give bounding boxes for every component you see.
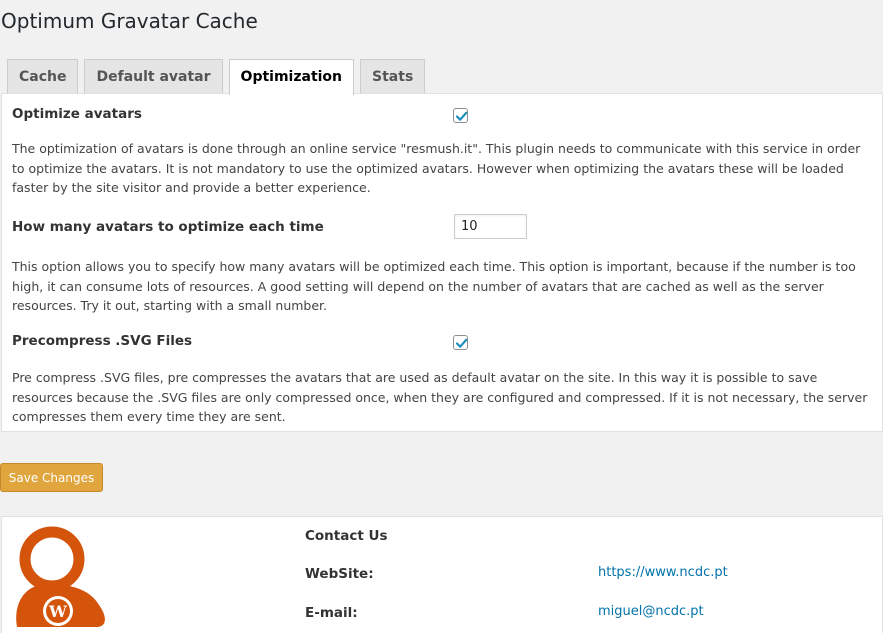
website-label: WebSite: — [305, 566, 374, 582]
precompress-svg-label: Precompress .SVG Files — [12, 333, 193, 349]
checkmark-icon — [455, 111, 468, 121]
contact-footer: W Contact Us WebSite: https://www.ncdc.p… — [1, 516, 883, 633]
optimize-avatars-description: The optimization of avatars is done thro… — [12, 141, 861, 195]
tab-default-avatar[interactable]: Default avatar — [84, 59, 223, 94]
avatars-per-run-label: How many avatars to optimize each time — [12, 219, 324, 235]
precompress-svg-description: Pre compress .SVG files, pre compresses … — [12, 370, 868, 424]
email-link[interactable]: miguel@ncdc.pt — [598, 604, 704, 619]
website-link[interactable]: https://www.ncdc.pt — [598, 565, 728, 580]
tab-bar: Cache Default avatar Optimization Stats — [7, 59, 431, 95]
contact-title: Contact Us — [305, 528, 388, 544]
checkmark-icon — [455, 338, 468, 348]
tab-stats[interactable]: Stats — [360, 59, 426, 94]
svg-text:W: W — [48, 602, 68, 621]
tab-cache[interactable]: Cache — [7, 59, 79, 94]
optimize-avatars-checkbox[interactable] — [453, 108, 468, 123]
page-title: Optimum Gravatar Cache — [1, 9, 258, 33]
avatars-per-run-input[interactable] — [454, 214, 527, 239]
wordpress-avatar-icon: W — [16, 526, 105, 627]
tab-optimization[interactable]: Optimization — [228, 59, 355, 95]
optimize-avatars-label: Optimize avatars — [12, 106, 142, 122]
precompress-svg-checkbox[interactable] — [453, 335, 468, 350]
save-changes-button[interactable]: Save Changes — [0, 463, 103, 492]
avatars-per-run-description: This option allows you to specify how ma… — [12, 259, 856, 313]
optimization-panel: Optimize avatars The optimization of ava… — [1, 93, 883, 432]
email-label: E-mail: — [305, 605, 358, 621]
